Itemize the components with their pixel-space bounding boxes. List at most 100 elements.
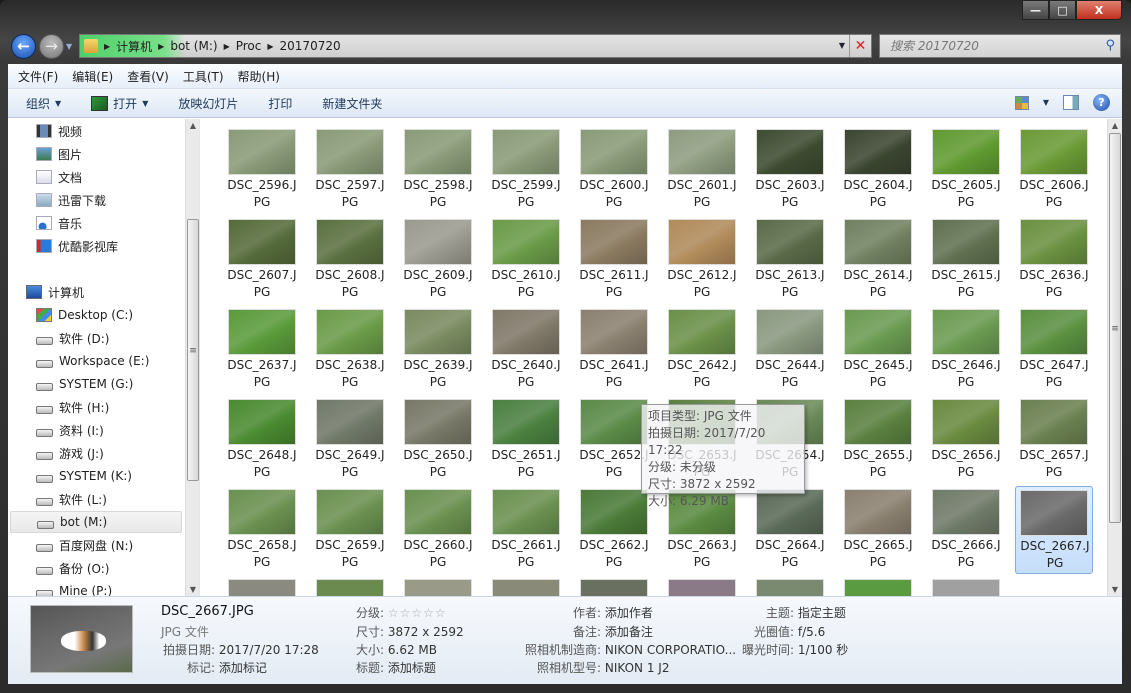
file-item[interactable]: DSC_2604.JPG [839, 126, 917, 214]
back-button[interactable]: ← [11, 34, 36, 59]
file-item[interactable]: DSC_2596.JPG [223, 126, 301, 214]
nav-drive-0[interactable]: Desktop (C:) [36, 304, 133, 326]
address-bar[interactable]: ▶ 计算机 ▶ bot (M:) ▶ Proc ▶ 20170720 ▼ ✕ [79, 34, 872, 58]
file-item[interactable]: DSC_2640.JPG [487, 306, 565, 394]
nav-drive-9[interactable]: bot (M:) [10, 511, 182, 533]
file-item[interactable]: DSC_2614.JPG [839, 216, 917, 304]
file-item[interactable]: DSC_2636.JPG [1015, 216, 1093, 304]
file-item[interactable]: DSC_2642.JPG [663, 306, 741, 394]
nav-item-video[interactable]: 视频 [36, 120, 82, 142]
file-item[interactable]: DSC_2605.JPG [927, 126, 1005, 214]
file-item[interactable] [223, 576, 301, 596]
forward-button[interactable]: → [39, 34, 64, 59]
menu-tools[interactable]: 工具(T) [183, 68, 224, 85]
close-button[interactable]: X [1076, 0, 1122, 20]
file-item[interactable]: DSC_2613.JPG [751, 216, 829, 304]
menu-help[interactable]: 帮助(H) [238, 68, 280, 85]
file-item[interactable]: DSC_2611.JPG [575, 216, 653, 304]
file-item[interactable] [927, 576, 1005, 596]
file-item[interactable]: DSC_2655.JPG [839, 396, 917, 484]
file-item[interactable] [839, 576, 917, 596]
nav-scrollbar[interactable]: ▲ ≡ ▼ [185, 119, 199, 596]
file-item[interactable]: DSC_2665.JPG [839, 486, 917, 574]
breadcrumb-proc[interactable]: Proc [236, 39, 262, 53]
minimize-button[interactable]: — [1022, 0, 1049, 20]
nav-item-documents[interactable]: 文档 [36, 166, 82, 188]
search-input[interactable]: 搜索 20170720 ⚲ [879, 34, 1121, 58]
file-item[interactable]: DSC_2608.JPG [311, 216, 389, 304]
file-item[interactable]: DSC_2649.JPG [311, 396, 389, 484]
file-item[interactable]: DSC_2601.JPG [663, 126, 741, 214]
file-item[interactable]: DSC_2637.JPG [223, 306, 301, 394]
file-item[interactable] [399, 576, 477, 596]
file-item[interactable]: DSC_2597.JPG [311, 126, 389, 214]
detail-author[interactable]: 作者: 添加作者 [573, 604, 653, 621]
file-item[interactable]: DSC_2606.JPG [1015, 126, 1093, 214]
file-item[interactable]: DSC_2645.JPG [839, 306, 917, 394]
file-item[interactable]: DSC_2646.JPG [927, 306, 1005, 394]
file-item[interactable]: DSC_2607.JPG [223, 216, 301, 304]
nav-drive-5[interactable]: 资料 (I:) [36, 419, 104, 441]
recent-pages-dropdown[interactable]: ▼ [66, 42, 72, 51]
nav-drive-11[interactable]: 备份 (O:) [36, 557, 109, 579]
file-item[interactable]: DSC_2659.JPG [311, 486, 389, 574]
detail-subject[interactable]: 主题: 指定主题 [766, 604, 846, 621]
nav-drive-4[interactable]: 软件 (H:) [36, 396, 109, 418]
file-item[interactable]: DSC_2661.JPG [487, 486, 565, 574]
nav-drive-10[interactable]: 百度网盘 (N:) [36, 534, 133, 556]
file-item[interactable]: DSC_2660.JPG [399, 486, 477, 574]
nav-drive-3[interactable]: SYSTEM (G:) [36, 373, 133, 395]
file-item[interactable] [487, 576, 565, 596]
address-dropdown-icon[interactable]: ▼ [839, 41, 845, 50]
nav-item-download[interactable]: 迅雷下载 [36, 189, 106, 211]
file-item[interactable]: DSC_2650.JPG [399, 396, 477, 484]
file-item[interactable]: DSC_2641.JPG [575, 306, 653, 394]
file-item[interactable]: DSC_2647.JPG [1015, 306, 1093, 394]
file-item[interactable]: DSC_2657.JPG [1015, 396, 1093, 484]
file-item[interactable]: DSC_2603.JPG [751, 126, 829, 214]
file-item[interactable]: DSC_2599.JPG [487, 126, 565, 214]
search-icon[interactable]: ⚲ [1105, 35, 1115, 57]
file-item[interactable]: DSC_2656.JPG [927, 396, 1005, 484]
print-button[interactable]: 打印 [268, 95, 292, 112]
file-item[interactable]: DSC_2600.JPG [575, 126, 653, 214]
nav-item-youku[interactable]: 优酷影视库 [36, 235, 118, 257]
slideshow-button[interactable]: 放映幻灯片 [178, 95, 238, 112]
nav-item-computer[interactable]: 计算机 [26, 281, 84, 303]
detail-comment[interactable]: 备注: 添加备注 [573, 623, 653, 640]
file-item[interactable]: DSC_2638.JPG [311, 306, 389, 394]
help-icon[interactable]: ? [1093, 94, 1110, 111]
breadcrumb-folder[interactable]: 20170720 [280, 39, 341, 53]
file-item[interactable]: DSC_2609.JPG [399, 216, 477, 304]
maximize-button[interactable]: □ [1049, 0, 1076, 20]
nav-drive-1[interactable]: 软件 (D:) [36, 327, 109, 349]
file-item[interactable] [311, 576, 389, 596]
file-item[interactable]: DSC_2598.JPG [399, 126, 477, 214]
file-item[interactable]: DSC_2667.JPG [1015, 486, 1093, 574]
nav-drive-12[interactable]: Mine (P:) [36, 580, 112, 596]
file-item[interactable] [575, 576, 653, 596]
detail-rating[interactable]: 分级: ☆☆☆☆☆ [356, 604, 447, 621]
file-item[interactable]: DSC_2662.JPG [575, 486, 653, 574]
file-item[interactable]: DSC_2651.JPG [487, 396, 565, 484]
preview-pane-icon[interactable] [1063, 95, 1079, 110]
nav-item-pictures[interactable]: 图片 [36, 143, 82, 165]
nav-drive-6[interactable]: 游戏 (J:) [36, 442, 104, 464]
breadcrumb-computer[interactable]: 计算机 [116, 38, 152, 55]
file-item[interactable]: DSC_2612.JPG [663, 216, 741, 304]
menu-view[interactable]: 查看(V) [127, 68, 169, 85]
menu-edit[interactable]: 编辑(E) [72, 68, 113, 85]
nav-drive-2[interactable]: Workspace (E:) [36, 350, 149, 372]
file-item[interactable]: DSC_2639.JPG [399, 306, 477, 394]
new-folder-button[interactable]: 新建文件夹 [322, 95, 382, 112]
file-item[interactable]: DSC_2658.JPG [223, 486, 301, 574]
file-item[interactable] [751, 576, 829, 596]
detail-tags[interactable]: 标记: 添加标记 [187, 659, 267, 676]
menu-file[interactable]: 文件(F) [18, 68, 58, 85]
file-item[interactable]: DSC_2615.JPG [927, 216, 1005, 304]
content-scrollbar[interactable]: ▲ ≡ ▼ [1107, 119, 1122, 596]
file-item[interactable]: DSC_2648.JPG [223, 396, 301, 484]
breadcrumb-drive[interactable]: bot (M:) [170, 39, 217, 53]
organize-button[interactable]: 组织 ▼ [26, 95, 61, 112]
file-item[interactable]: DSC_2610.JPG [487, 216, 565, 304]
